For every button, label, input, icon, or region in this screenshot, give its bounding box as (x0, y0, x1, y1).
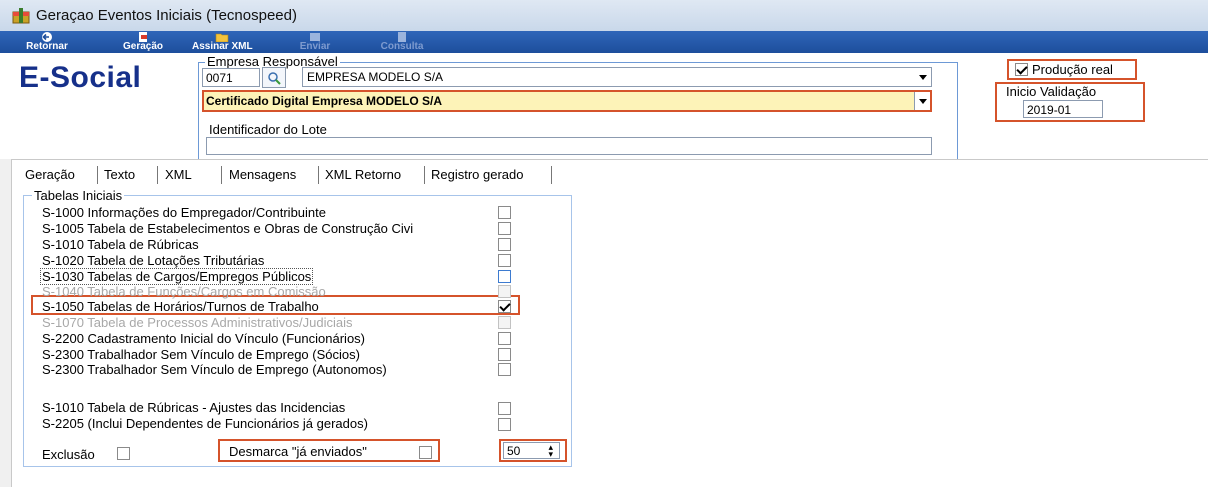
lote-size-spinner[interactable]: 50 ▴ ▾ (503, 442, 560, 459)
enviar-button[interactable]: Enviar (290, 31, 340, 53)
s1040-checkbox (498, 285, 511, 298)
tab-separator (424, 166, 425, 184)
exclusao-label: Exclusão (42, 447, 95, 462)
tab-xml-retorno[interactable]: XML Retorno (325, 165, 401, 185)
s1070-checkbox (498, 316, 511, 329)
s1000-checkbox[interactable] (498, 206, 511, 219)
tab-separator (318, 166, 319, 184)
producao-checkbox[interactable] (1015, 63, 1028, 76)
assinar-xml-button[interactable]: Assinar XML (192, 31, 253, 53)
s1020-label: S-1020 Tabela de Lotações Tributárias (42, 253, 265, 268)
lote-label: Identificador do Lote (209, 122, 327, 137)
tabelas-legend: Tabelas Iniciais (32, 188, 125, 203)
s2300-socios-checkbox[interactable] (498, 348, 511, 361)
exclusao-checkbox[interactable] (117, 447, 130, 460)
s1030-checkbox[interactable] (498, 270, 511, 283)
s1020-checkbox[interactable] (498, 254, 511, 267)
s1070-label: S-1070 Tabela de Processos Administrativ… (42, 315, 353, 330)
empresa-code-input[interactable]: 0071 (202, 68, 260, 87)
s2300-autonomos-checkbox[interactable] (498, 363, 511, 376)
s1030-label: S-1030 Tabelas de Cargos/Empregos Públic… (40, 268, 314, 285)
validacao-input[interactable]: 2019-01 (1023, 100, 1103, 118)
brand-title: E-Social (19, 61, 142, 94)
s2300-autonomos-label: S-2300 Trabalhador Sem Vínculo de Empreg… (42, 362, 387, 377)
geracao-button[interactable]: Geração (112, 31, 174, 53)
lote-input[interactable] (206, 137, 932, 155)
s1010-checkbox[interactable] (498, 238, 511, 251)
desmarca-label: Desmarca "já enviados" (229, 444, 367, 459)
retornar-button[interactable]: Retornar (22, 31, 72, 53)
producao-label: Produção real (1032, 62, 1113, 77)
tab-geracao[interactable]: Geração (25, 165, 75, 185)
s1000-label: S-1000 Informações do Empregador/Contrib… (42, 205, 326, 220)
validacao-label: Inicio Validação (1006, 84, 1097, 99)
chevron-down-icon (915, 68, 931, 86)
s2205-label: S-2205 (Inclui Dependentes de Funcionári… (42, 416, 368, 431)
s1050-checkbox[interactable] (498, 300, 511, 313)
search-icon (268, 72, 281, 85)
empresa-name-value: EMPRESA MODELO S/A (307, 70, 444, 84)
empresa-search-button[interactable] (262, 67, 286, 88)
s1050-label: S-1050 Tabelas de Horários/Turnos de Tra… (42, 299, 319, 314)
desmarca-checkbox[interactable] (419, 446, 432, 459)
s1040-label: S-1040 Tabela de Funções/Cargos em Comis… (42, 284, 326, 299)
empresa-name-select[interactable]: EMPRESA MODELO S/A (302, 67, 932, 87)
tab-separator (221, 166, 222, 184)
spin-value: 50 (507, 444, 521, 458)
consulta-button[interactable]: Consulta (372, 31, 432, 53)
app-icon (12, 8, 30, 24)
s1005-checkbox[interactable] (498, 222, 511, 235)
tab-separator (97, 166, 98, 184)
tab-separator (157, 166, 158, 184)
tab-xml[interactable]: XML (165, 165, 192, 185)
s2300-socios-label: S-2300 Trabalhador Sem Vínculo de Empreg… (42, 347, 360, 362)
s1010-ajustes-checkbox[interactable] (498, 402, 511, 415)
s2200-checkbox[interactable] (498, 332, 511, 345)
tab-separator (551, 166, 552, 184)
window-title: Geraçao Eventos Iniciais (Tecnospeed) (36, 7, 297, 24)
toolbar: Retornar Geração Assinar XML Enviar Cons… (0, 31, 1208, 53)
s1005-label: S-1005 Tabela de Estabelecimentos e Obra… (42, 221, 414, 236)
tab-mensagens[interactable]: Mensagens (229, 165, 296, 185)
certificado-highlight (202, 90, 932, 112)
spin-arrows-icon[interactable]: ▴ ▾ (548, 443, 553, 459)
s2200-label: S-2200 Cadastramento Inicial do Vínculo … (42, 331, 366, 346)
s2205-checkbox[interactable] (498, 418, 511, 431)
s1010-ajustes-label: S-1010 Tabela de Rúbricas - Ajustes das … (42, 400, 346, 415)
tab-texto[interactable]: Texto (104, 165, 135, 185)
s1010-label: S-1010 Tabela de Rúbricas (42, 237, 199, 252)
tab-registro-gerado[interactable]: Registro gerado (431, 165, 524, 185)
